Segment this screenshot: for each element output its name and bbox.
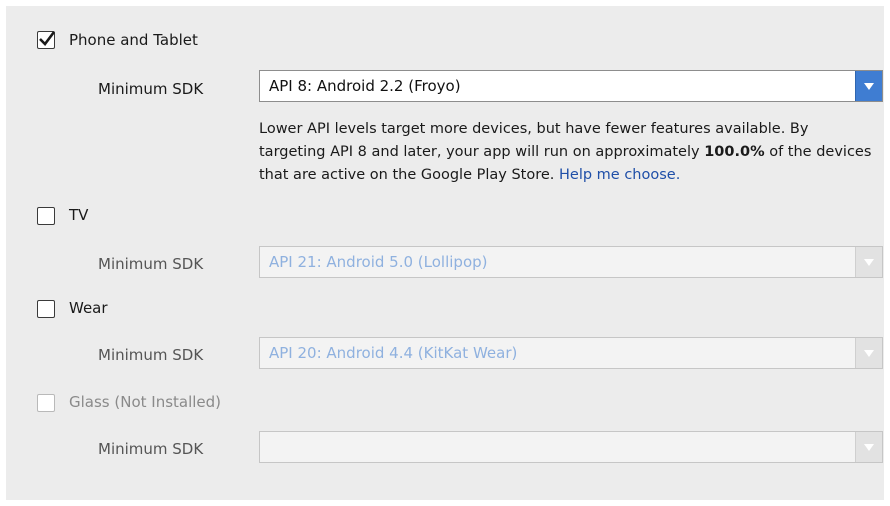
tv-sdk-label: Minimum SDK	[98, 255, 204, 273]
wear-checkbox[interactable]	[37, 300, 55, 318]
chevron-down-icon	[864, 83, 874, 90]
wear-sdk-label: Minimum SDK	[98, 346, 204, 364]
tv-label: TV	[69, 206, 89, 224]
chevron-down-icon	[864, 444, 874, 451]
tv-checkbox[interactable]	[37, 207, 55, 225]
wear-label: Wear	[69, 299, 108, 317]
glass-label: Glass (Not Installed)	[69, 393, 222, 411]
dropdown-arrow-button[interactable]	[855, 71, 882, 101]
wear-sdk-value: API 20: Android 4.4 (KitKat Wear)	[269, 344, 518, 362]
checkmark-icon	[39, 31, 56, 46]
phone-tablet-checkbox[interactable]	[37, 31, 56, 49]
dropdown-arrow-button[interactable]	[855, 338, 882, 368]
phone-tablet-sdk-value: API 8: Android 2.2 (Froyo)	[269, 77, 461, 95]
chevron-down-icon	[864, 350, 874, 357]
wear-sdk-select[interactable]: API 20: Android 4.4 (KitKat Wear)	[259, 337, 883, 369]
glass-sdk-label: Minimum SDK	[98, 440, 204, 458]
tv-sdk-select[interactable]: API 21: Android 5.0 (Lollipop)	[259, 246, 883, 278]
dropdown-arrow-button[interactable]	[855, 247, 882, 277]
chevron-down-icon	[864, 259, 874, 266]
glass-sdk-select	[259, 431, 883, 463]
phone-tablet-label: Phone and Tablet	[69, 31, 198, 49]
tv-sdk-value: API 21: Android 5.0 (Lollipop)	[269, 253, 488, 271]
phone-tablet-sdk-label: Minimum SDK	[98, 80, 204, 98]
phone-tablet-sdk-select[interactable]: API 8: Android 2.2 (Froyo)	[259, 70, 883, 102]
form-factors-panel: Phone and Tablet Minimum SDK API 8: Andr…	[6, 6, 884, 500]
dropdown-arrow-button	[855, 432, 882, 462]
coverage-percent: 100.0%	[704, 144, 765, 160]
api-level-description: Lower API levels target more devices, bu…	[259, 118, 879, 187]
glass-checkbox	[37, 394, 55, 412]
help-me-choose-link[interactable]: Help me choose.	[559, 167, 680, 183]
